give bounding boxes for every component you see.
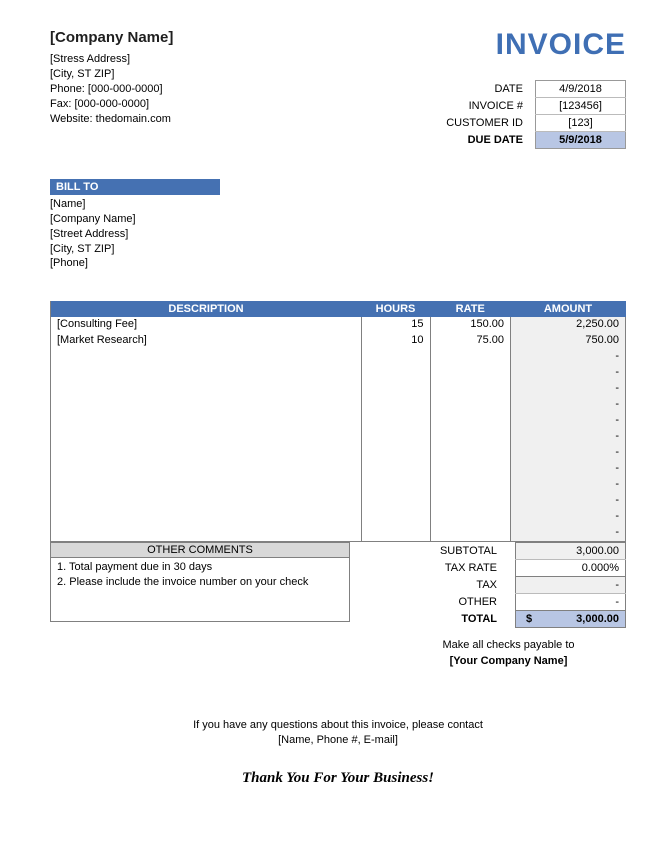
billto-address: [Street Address] bbox=[50, 227, 626, 242]
company-name: [Company Name] bbox=[50, 28, 173, 48]
totals-table: SUBTOTAL 3,000.00 TAX RATE 0.000% TAX - … bbox=[434, 542, 626, 628]
subtotal-label: SUBTOTAL bbox=[434, 542, 516, 559]
total-amount: 3,000.00 bbox=[576, 613, 619, 625]
item-hours: 10 bbox=[361, 333, 430, 349]
item-desc: [Market Research] bbox=[51, 333, 362, 349]
invoice-title: INVOICE bbox=[442, 28, 626, 62]
billto-header: BILL TO bbox=[50, 179, 220, 195]
comments-header: OTHER COMMENTS bbox=[50, 542, 350, 557]
meta-invoice-val: [123456] bbox=[536, 98, 626, 115]
total-val: $3,000.00 bbox=[516, 610, 626, 627]
invoice-page: [Company Name] [Stress Address] [City, S… bbox=[0, 0, 661, 817]
tax-val: - bbox=[516, 576, 626, 593]
meta-due-val: 5/9/2018 bbox=[536, 132, 626, 149]
item-row-empty: - bbox=[51, 413, 626, 429]
billto-body: [Name] [Company Name] [Street Address] [… bbox=[50, 195, 626, 271]
item-amount: 2,250.00 bbox=[511, 317, 626, 333]
other-label: OTHER bbox=[434, 593, 516, 610]
items-header-amount: AMOUNT bbox=[511, 301, 626, 317]
payable-block: Make all checks payable to [Your Company… bbox=[391, 638, 626, 670]
item-hours: 15 bbox=[361, 317, 430, 333]
questions-block: If you have any questions about this inv… bbox=[50, 718, 626, 749]
taxrate-label: TAX RATE bbox=[434, 559, 516, 576]
item-row-empty: - bbox=[51, 461, 626, 477]
item-row-empty: - bbox=[51, 525, 626, 541]
comment-line-2: 2. Please include the invoice number on … bbox=[57, 575, 343, 590]
subtotal-val: 3,000.00 bbox=[516, 542, 626, 559]
tax-label: TAX bbox=[434, 576, 516, 593]
comment-line-1: 1. Total payment due in 30 days bbox=[57, 560, 343, 575]
items-table: DESCRIPTION HOURS RATE AMOUNT [Consultin… bbox=[50, 301, 626, 542]
item-row-empty: - bbox=[51, 445, 626, 461]
item-row: [Market Research] 10 75.00 750.00 bbox=[51, 333, 626, 349]
company-block: [Company Name] [Stress Address] [City, S… bbox=[50, 28, 173, 126]
item-row-empty: - bbox=[51, 381, 626, 397]
meta-date-val: 4/9/2018 bbox=[536, 81, 626, 98]
items-header-description: DESCRIPTION bbox=[51, 301, 362, 317]
billto-city: [City, ST ZIP] bbox=[50, 242, 626, 257]
total-label: TOTAL bbox=[434, 610, 516, 627]
company-city: [City, ST ZIP] bbox=[50, 67, 173, 82]
thankyou: Thank You For Your Business! bbox=[50, 770, 626, 787]
item-row-empty: - bbox=[51, 477, 626, 493]
company-phone: Phone: [000-000-0000] bbox=[50, 82, 173, 97]
payable-line1: Make all checks payable to bbox=[391, 638, 626, 654]
item-row-empty: - bbox=[51, 493, 626, 509]
meta-customer-label: CUSTOMER ID bbox=[442, 115, 535, 132]
item-rate: 75.00 bbox=[430, 333, 511, 349]
top-row: [Company Name] [Stress Address] [City, S… bbox=[50, 28, 626, 149]
other-val: - bbox=[516, 593, 626, 610]
questions-line1: If you have any questions about this inv… bbox=[50, 718, 626, 733]
payable-line2: [Your Company Name] bbox=[391, 654, 626, 670]
bottom-row: OTHER COMMENTS 1. Total payment due in 3… bbox=[50, 542, 626, 628]
item-row-empty: - bbox=[51, 397, 626, 413]
meta-date-label: DATE bbox=[442, 81, 535, 98]
billto-name: [Name] bbox=[50, 197, 626, 212]
company-website: Website: thedomain.com bbox=[50, 112, 173, 127]
item-row-empty: - bbox=[51, 429, 626, 445]
items-header-rate: RATE bbox=[430, 301, 511, 317]
item-row-empty: - bbox=[51, 365, 626, 381]
meta-table: DATE 4/9/2018 INVOICE # [123456] CUSTOME… bbox=[442, 80, 626, 149]
billto-section: BILL TO [Name] [Company Name] [Street Ad… bbox=[50, 179, 626, 271]
total-currency: $ bbox=[522, 613, 532, 625]
item-row-empty: - bbox=[51, 509, 626, 525]
questions-line2: [Name, Phone #, E-mail] bbox=[50, 733, 626, 748]
items-header-hours: HOURS bbox=[361, 301, 430, 317]
meta-due-label: DUE DATE bbox=[442, 132, 535, 149]
item-desc: [Consulting Fee] bbox=[51, 317, 362, 333]
taxrate-val: 0.000% bbox=[516, 559, 626, 576]
item-amount: 750.00 bbox=[511, 333, 626, 349]
company-fax: Fax: [000-000-0000] bbox=[50, 97, 173, 112]
comments-box: OTHER COMMENTS 1. Total payment due in 3… bbox=[50, 542, 350, 622]
item-row-empty: - bbox=[51, 349, 626, 365]
company-address: [Stress Address] bbox=[50, 52, 173, 67]
invoice-title-meta: INVOICE DATE 4/9/2018 INVOICE # [123456]… bbox=[442, 28, 626, 149]
billto-company: [Company Name] bbox=[50, 212, 626, 227]
item-rate: 150.00 bbox=[430, 317, 511, 333]
meta-invoice-label: INVOICE # bbox=[442, 98, 535, 115]
billto-phone: [Phone] bbox=[50, 256, 626, 271]
comments-body: 1. Total payment due in 30 days 2. Pleas… bbox=[50, 557, 350, 622]
meta-block: DATE 4/9/2018 INVOICE # [123456] CUSTOME… bbox=[442, 80, 626, 149]
item-row: [Consulting Fee] 15 150.00 2,250.00 bbox=[51, 317, 626, 333]
meta-customer-val: [123] bbox=[536, 115, 626, 132]
